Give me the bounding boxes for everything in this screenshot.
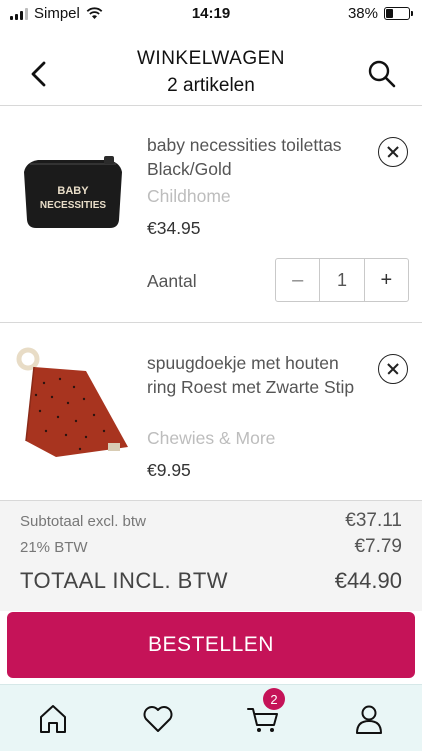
status-bar: Simpel 14:19 38% [0,0,422,28]
decrease-quantity-button[interactable]: – [276,259,319,301]
product-price: €9.95 [147,460,191,480]
quantity-stepper: – 1 + [275,258,409,302]
cart-count-badge: 2 [263,688,285,710]
tab-home[interactable] [33,699,73,739]
remove-item-button[interactable] [378,354,408,384]
user-icon [356,705,382,734]
remove-item-button[interactable] [378,137,408,167]
quantity-label: Aantal [147,271,197,291]
search-button[interactable] [364,56,400,92]
product-image[interactable] [16,345,130,459]
tab-account[interactable] [349,699,389,739]
total-label: TOTAAL INCL. BTW [20,568,229,593]
cart-item: BABY NECESSITIES baby necessities toilet… [0,106,422,322]
order-button[interactable]: BESTELLEN [7,612,415,678]
subtotal-value: €37.11 [345,510,402,531]
search-icon [368,60,396,88]
header: WINKELWAGEN 2 artikelen [0,44,422,104]
battery-percent: 38% [347,5,378,22]
btw-row: 21% BTW €7.79 [20,536,402,558]
product-brand: Childhome [147,186,231,206]
status-right: 38% [347,5,413,22]
item-count: 2 artikelen [167,75,255,96]
page-title: WINKELWAGEN [136,48,285,69]
bag-print-line1: BABY [57,185,89,197]
bag-print-line2: NECESSITIES [40,200,106,211]
increase-quantity-button[interactable]: + [365,259,408,301]
product-brand: Chewies & More [147,428,276,448]
quantity-value[interactable]: 1 [319,259,365,301]
tab-favorites[interactable] [138,699,178,739]
product-price: €34.95 [147,218,201,238]
total-row: TOTAAL INCL. BTW €44.90 [20,568,402,594]
btw-label: 21% BTW [20,539,88,556]
product-name[interactable]: spuugdoekje met houten ring Roest met Zw… [147,351,367,399]
order-summary: Subtotaal excl. btw €37.11 21% BTW €7.79… [0,500,422,611]
product-image[interactable]: BABY NECESSITIES [16,132,130,246]
total-value: €44.90 [334,568,402,593]
home-icon [40,705,66,733]
subtotal-label: Subtotaal excl. btw [20,513,146,530]
tab-bar: 2 [0,684,422,751]
subtotal-row: Subtotaal excl. btw €37.11 [20,510,402,532]
tab-cart[interactable]: 2 [244,688,285,739]
btw-value: €7.79 [354,536,402,557]
battery-icon [384,7,413,20]
product-name[interactable]: baby necessities toilettas Black/Gold [147,133,367,181]
cart-item: spuugdoekje met houten ring Roest met Zw… [0,323,422,499]
heart-icon [143,706,173,732]
